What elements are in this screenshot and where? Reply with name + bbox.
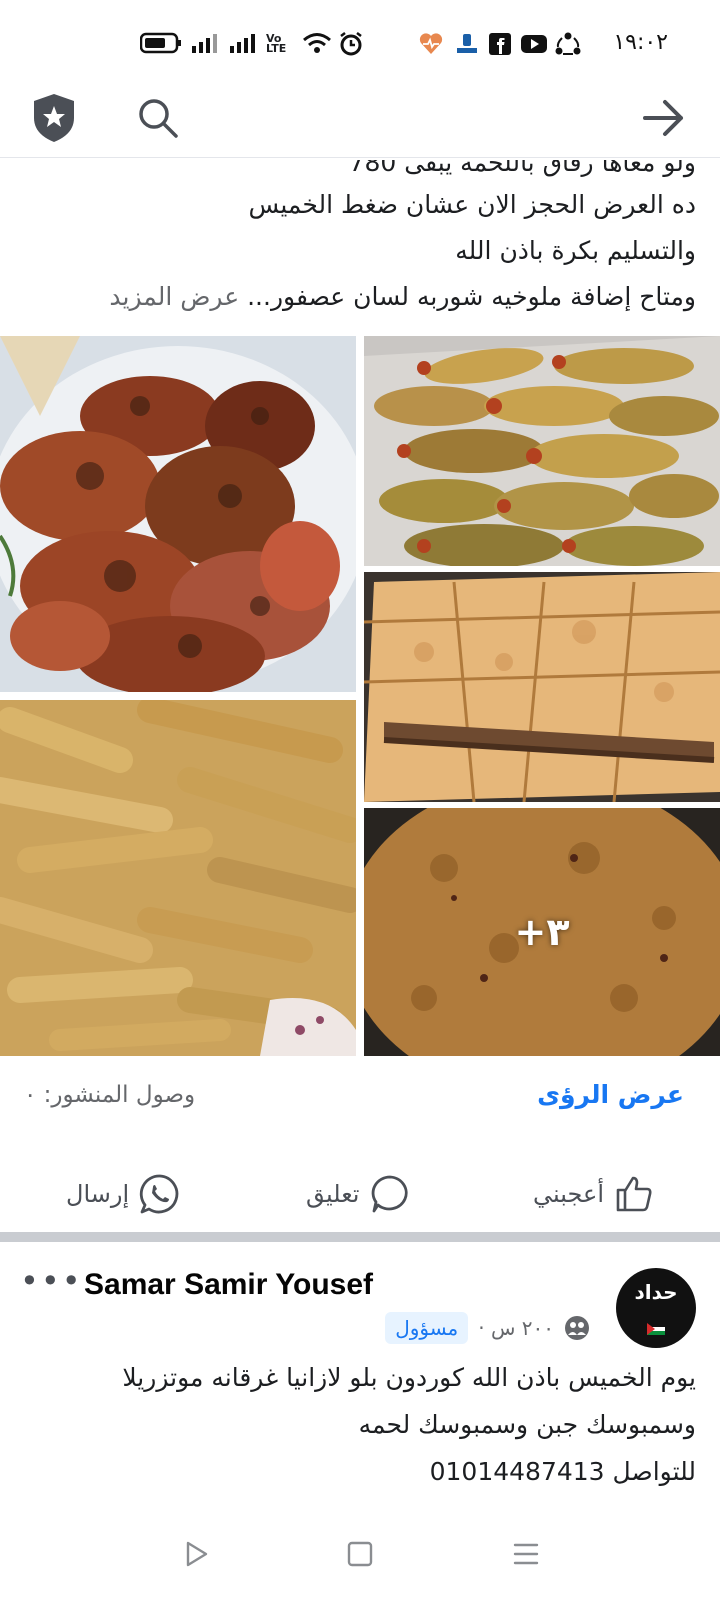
post-text-line: ده العرض الحجز الان عشان ضغط الخميس [248, 190, 696, 219]
search-button[interactable] [128, 88, 188, 148]
feed-separator [0, 1232, 720, 1242]
like-label: أعجبني [533, 1180, 604, 1208]
photo-meat-pastry[interactable] [364, 572, 720, 802]
post2-text: يوم الخميس باذن الله كوردون بلو لازانيا … [24, 1354, 696, 1495]
author-name[interactable]: Samar Samir Yousef [84, 1268, 373, 1302]
post2-text-line: وسمبوسك جبن وسمبوسك لحمه [358, 1410, 696, 1439]
post-timestamp: ٢٠٠ س · [478, 1316, 554, 1340]
alarm-icon [338, 32, 364, 60]
comment-label: تعليق [306, 1180, 360, 1208]
privacy-shield-button[interactable] [24, 88, 84, 148]
whatsapp-icon [140, 1174, 179, 1214]
photo-stuffed-vegetables[interactable] [364, 336, 720, 566]
thumbs-up-icon [616, 1176, 652, 1212]
view-insights-link[interactable]: عرض الرؤى [537, 1080, 684, 1109]
app-notification-icon [454, 32, 480, 60]
menu-lines-icon [513, 1543, 539, 1565]
group-audience-icon [565, 1316, 589, 1340]
youtube-icon [520, 32, 548, 60]
post2-text-line: يوم الخميس باذن الله كوردون بلو لازانيا … [122, 1363, 696, 1392]
triangle-back-icon [186, 1541, 208, 1567]
more-options-button[interactable]: ••• [20, 1262, 83, 1300]
post2-text-line: للتواصل 01014487413 [429, 1457, 696, 1486]
flag-icon [647, 1320, 665, 1335]
role-badge: مسؤول [385, 1312, 469, 1344]
photo-grilled-chicken[interactable] [0, 336, 356, 692]
system-nav-bar [0, 1510, 720, 1600]
wifi-icon [302, 32, 332, 58]
send-label: إرسال [66, 1180, 130, 1208]
post-actions: أعجبني تعليق إرسال [0, 1154, 720, 1234]
see-more-link[interactable]: عرض المزيد [109, 282, 239, 311]
search-icon [139, 99, 178, 138]
comment-button[interactable]: تعليق [306, 1154, 411, 1234]
photo-round-pie[interactable]: +٣ [364, 808, 720, 1056]
post-meta: مسؤول ٢٠٠ س · [385, 1312, 590, 1344]
post-text-line-last: ومتاح إضافة ملوخيه شوربه لسان عصفور... ع… [109, 282, 696, 311]
more-photos-count: +٣ [514, 910, 570, 954]
square-home-icon [347, 1541, 373, 1567]
like-button[interactable]: أعجبني [533, 1154, 654, 1234]
photo-fried-rolls[interactable] [0, 700, 356, 1056]
top-nav [0, 88, 720, 158]
arrow-right-icon [643, 100, 683, 136]
recents-nav-button[interactable] [504, 1532, 548, 1576]
avatar-text: حداد [634, 1280, 678, 1304]
comment-icon [372, 1175, 409, 1213]
reach-row: عرض الرؤى وصول المنشور: ٠ [0, 1060, 720, 1132]
shield-star-icon [34, 94, 74, 142]
battery-icon [139, 32, 182, 58]
signal-icon [190, 32, 218, 58]
avatar[interactable]: حداد [616, 1268, 696, 1348]
status-time: ١٩:٠٢ [613, 30, 668, 55]
signal-icon-2 [228, 32, 256, 58]
volte-label: Vo LTE [266, 32, 287, 55]
post-header: حداد Samar Samir Yousef ••• مسؤول ٢٠٠ س … [0, 1256, 720, 1356]
send-button[interactable]: إرسال [66, 1154, 181, 1234]
photo-grid: +٣ [0, 336, 720, 1056]
facebook-icon [488, 32, 512, 60]
post-text-body: ده العرض الحجز الان عشان ضغط الخميس والت… [24, 182, 696, 320]
home-nav-button[interactable] [338, 1532, 382, 1576]
health-icon [418, 32, 444, 60]
back-nav-button[interactable] [174, 1532, 218, 1576]
back-button[interactable] [634, 88, 694, 148]
sync-icon [554, 32, 582, 60]
post-text-line: والتسليم بكرة باذن الله [455, 236, 696, 265]
post-reach-text: وصول المنشور: ٠ [24, 1082, 196, 1108]
status-bar: Vo LTE ١٩:٠٢ [0, 0, 720, 88]
